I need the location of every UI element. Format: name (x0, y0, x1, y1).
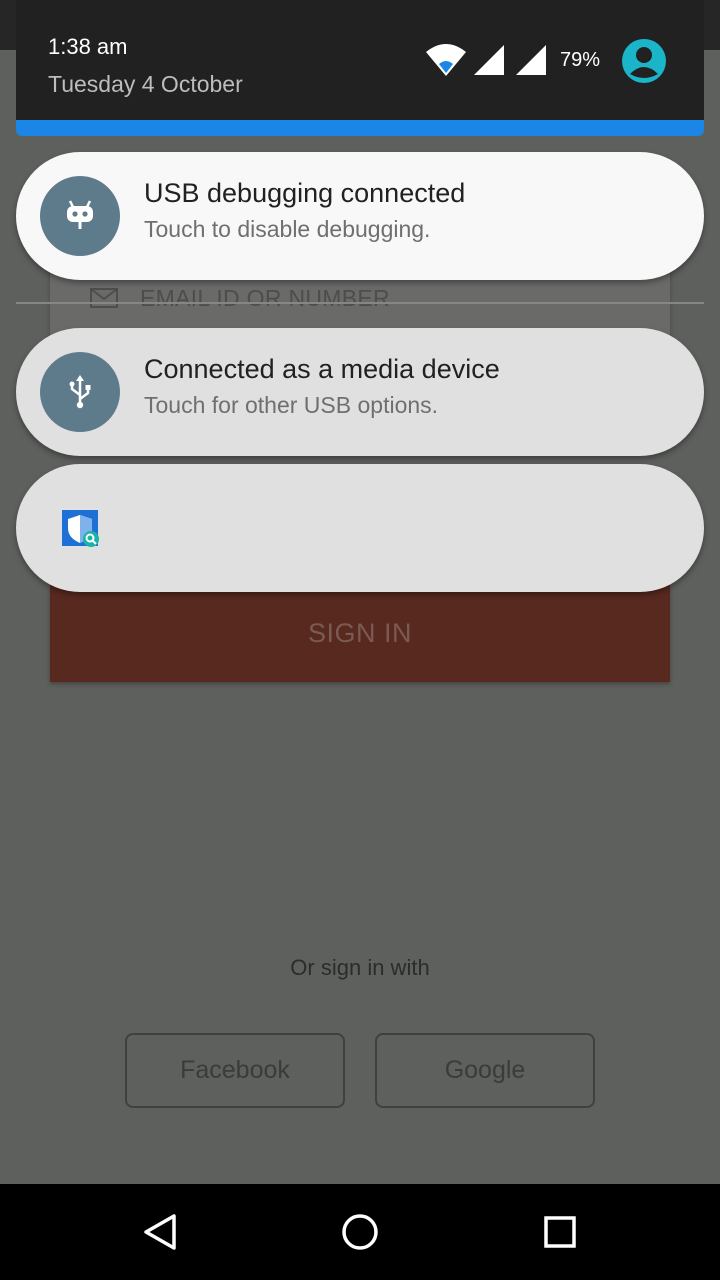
security-shield-icon (62, 510, 99, 547)
wifi-icon (426, 44, 466, 76)
battery-percent: 79% (560, 48, 601, 71)
notification-title: USB debugging connected (144, 178, 466, 208)
notification-usb-debugging[interactable]: USB debugging connected Touch to disable… (16, 152, 704, 280)
notification-subtitle: Touch to disable debugging. (144, 216, 431, 242)
home-icon (342, 1214, 378, 1250)
usb-icon (40, 352, 120, 432)
shade-divider (16, 302, 704, 304)
google-button[interactable]: Google (375, 1033, 595, 1108)
home-button[interactable] (330, 1202, 390, 1262)
signal-icon (474, 45, 504, 75)
status-icons: 79% (424, 40, 600, 80)
notification-shade-header (16, 0, 704, 122)
facebook-button[interactable]: Facebook (125, 1033, 345, 1108)
email-field[interactable]: EMAIL ID OR NUMBER (90, 282, 390, 314)
sign-in-button[interactable]: SIGN IN (50, 584, 670, 682)
back-button[interactable] (130, 1202, 190, 1262)
avatar-icon[interactable] (621, 38, 667, 84)
cyanogen-bot-icon (40, 176, 120, 256)
email-placeholder: EMAIL ID OR NUMBER (140, 284, 390, 311)
date-label[interactable]: Tuesday 4 October (48, 71, 243, 98)
recents-icon (544, 1216, 576, 1248)
recents-button[interactable] (530, 1202, 590, 1262)
notification-security-app[interactable] (16, 464, 704, 592)
signal-icon (516, 45, 546, 75)
notification-title: Connected as a media device (144, 354, 500, 384)
clock-time[interactable]: 1:38 am (48, 34, 128, 60)
notification-subtitle: Touch for other USB options. (144, 392, 439, 418)
navigation-bar (0, 1184, 720, 1280)
back-icon (144, 1214, 176, 1250)
mail-icon (90, 288, 118, 308)
notification-media-device[interactable]: Connected as a media device Touch for ot… (16, 328, 704, 456)
shade-accent-bar (16, 120, 704, 136)
or-sign-in-label: Or sign in with (290, 955, 430, 980)
